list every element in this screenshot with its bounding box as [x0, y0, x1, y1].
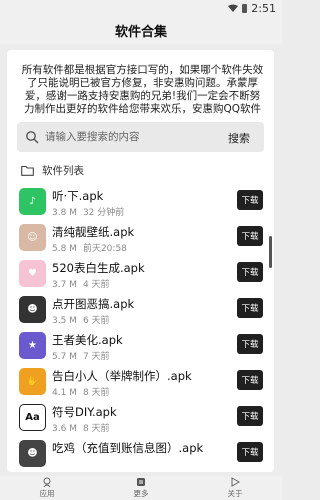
app-icon: [43, 477, 51, 487]
notice-text: 所有软件都是根据官方接口写的，如果哪个软件失效了只能说明已被官方修复，非安惠购问…: [21, 64, 264, 115]
download-button[interactable]: 下载: [237, 298, 263, 318]
list-item[interactable]: Aa 符号DIY.apk 3.6 M 8 天前 下载: [7, 400, 274, 435]
nav-label-about: 关于: [227, 489, 243, 498]
app-icon: ☻: [19, 296, 46, 323]
app-meta: 3.7 M 4 天前: [52, 277, 110, 290]
app-icon: ★: [19, 332, 46, 359]
app-name: 告白小人（举牌制作）.apk: [52, 369, 192, 383]
search-input[interactable]: [45, 131, 205, 143]
app-title-bar: 软件合集: [0, 16, 282, 44]
app-icon: ☺: [19, 224, 46, 251]
app-name: 520表白生成.apk: [52, 261, 145, 275]
app-icon: ♥: [19, 260, 46, 287]
app-time: 7 天前: [82, 352, 110, 362]
app-time: 32 分钟前: [82, 208, 125, 218]
page-title: 软件合集: [114, 24, 167, 40]
app-meta: [52, 457, 58, 467]
app-time: 6 天前: [82, 316, 110, 326]
search-button[interactable]: 搜索: [228, 130, 250, 146]
list-item[interactable]: ☻ 吃鸡（充值到账信息图）.apk 下载: [7, 436, 274, 471]
download-button[interactable]: 下载: [237, 370, 263, 390]
folder-icon: [21, 165, 34, 176]
nav-label-apps: 应用: [39, 489, 55, 498]
app-size: 3.8 M: [52, 208, 77, 218]
nav-item-about[interactable]: 关于: [188, 476, 282, 500]
app-name: 王者美化.apk: [52, 333, 123, 347]
download-button[interactable]: 下载: [237, 226, 263, 246]
list-item[interactable]: ✋ 告白小人（举牌制作）.apk 4.1 M 8 天前 下载: [7, 364, 274, 399]
app-icon: Aa: [19, 404, 46, 431]
list-header: 软件列表: [21, 162, 84, 178]
app-size: 3.7 M: [52, 280, 77, 290]
nav-label-more: 更多: [133, 489, 149, 498]
nav-item-apps[interactable]: 应用: [0, 476, 94, 500]
list-item[interactable]: ♪ 听·下.apk 3.8 M 32 分钟前 下载: [7, 184, 274, 219]
app-size: 3.6 M: [52, 424, 77, 434]
battery-icon: [242, 3, 248, 13]
app-meta: 5.8 M 前天20:58: [52, 241, 127, 254]
app-name: 点开图恶搞.apk: [52, 297, 135, 311]
app-name: 清纯靓壁纸.apk: [52, 225, 135, 239]
download-button[interactable]: 下载: [237, 442, 263, 462]
app-size: 5.7 M: [52, 352, 77, 362]
wifi-icon: [228, 4, 239, 12]
app-name: 听·下.apk: [52, 189, 104, 203]
app-time: 前天20:58: [82, 244, 127, 254]
app-meta: 5.7 M 7 天前: [52, 349, 110, 362]
download-button[interactable]: 下载: [237, 406, 263, 426]
app-size: 4.1 M: [52, 388, 77, 398]
app-list: ♪ 听·下.apk 3.8 M 32 分钟前 下载 ☺ 清纯靓壁纸.apk 5.8 M 前天20…: [7, 184, 274, 472]
list-title: 软件列表: [42, 164, 84, 177]
app-name: 吃鸡（充值到账信息图）.apk: [52, 441, 204, 455]
status-time: 2:51: [251, 1, 276, 15]
content-card: 所有软件都是根据官方接口写的，如果哪个软件失效了只能说明已被官方修复，非安惠购问…: [7, 50, 274, 472]
bottom-nav: 应用 更多 关于: [0, 476, 282, 500]
more-icon: [137, 478, 145, 486]
app-meta: 4.1 M 8 天前: [52, 385, 110, 398]
app-name: 符号DIY.apk: [52, 405, 117, 419]
list-item[interactable]: ☻ 点开图恶搞.apk 3.5 M 6 天前 下载: [7, 292, 274, 327]
search-bar: 搜索: [17, 122, 264, 152]
list-item[interactable]: ★ 王者美化.apk 5.7 M 7 天前 下载: [7, 328, 274, 363]
app-icon: ♪: [19, 188, 46, 215]
about-icon: [231, 477, 240, 487]
nav-item-more[interactable]: 更多: [94, 476, 188, 500]
app-size: 3.5 M: [52, 316, 77, 326]
download-button[interactable]: 下载: [237, 334, 263, 354]
download-button[interactable]: 下载: [237, 262, 263, 282]
status-bar: 2:51: [0, 0, 282, 16]
app-meta: 3.6 M 8 天前: [52, 421, 110, 434]
app-icon: ✋: [19, 368, 46, 395]
app-meta: 3.5 M 6 天前: [52, 313, 110, 326]
list-item[interactable]: ☺ 清纯靓壁纸.apk 5.8 M 前天20:58 下载: [7, 220, 274, 255]
list-item[interactable]: ♥ 520表白生成.apk 3.7 M 4 天前 下载: [7, 256, 274, 291]
app-time: 8 天前: [82, 388, 110, 398]
list-scrollbar[interactable]: [269, 236, 272, 268]
search-icon: [26, 131, 39, 144]
app-meta: 3.8 M 32 分钟前: [52, 205, 124, 218]
app-time: 8 天前: [82, 424, 110, 434]
download-button[interactable]: 下载: [237, 190, 263, 210]
app-icon: ☻: [19, 440, 46, 467]
app-size: 5.8 M: [52, 244, 77, 254]
app-time: 4 天前: [82, 280, 110, 290]
